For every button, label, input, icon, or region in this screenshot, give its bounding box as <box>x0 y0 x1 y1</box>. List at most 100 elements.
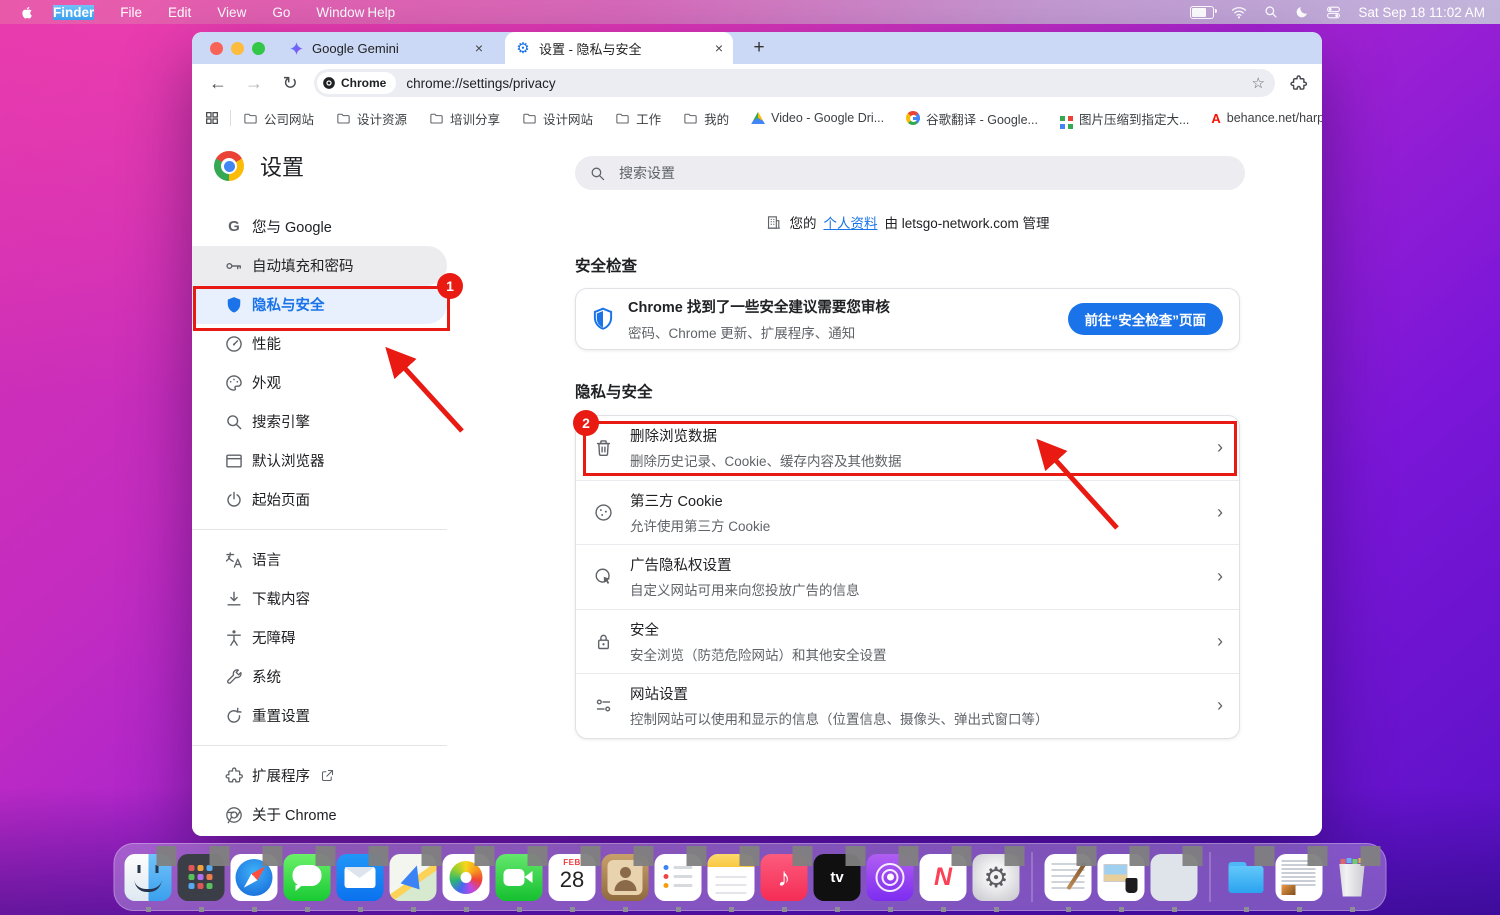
menu-go[interactable]: Go <box>272 5 290 20</box>
sidebar-item-about-chrome[interactable]: 关于 Chrome <box>192 795 447 834</box>
address-bar[interactable]: Chrome chrome://settings/privacy ☆ <box>314 69 1275 97</box>
settings-search[interactable] <box>575 156 1245 190</box>
row-third-party-cookies[interactable]: 第三方 Cookie 允许使用第三方 Cookie › <box>576 480 1239 545</box>
dock-photos[interactable] <box>443 854 490 901</box>
sidebar-item-system[interactable]: 系统 <box>192 657 447 696</box>
sidebar-item-reset[interactable]: 重置设置 <box>192 696 447 735</box>
dock-empty-app[interactable] <box>1151 854 1198 901</box>
dock-calendar[interactable]: FEB28 <box>549 854 596 901</box>
menu-window[interactable]: Window <box>316 5 364 20</box>
dock-mail[interactable] <box>337 854 384 901</box>
dock-trash[interactable] <box>1329 854 1376 901</box>
control-center-icon[interactable] <box>1326 6 1341 19</box>
tab-settings-privacy[interactable]: ⚙ 设置 - 隐私与安全 × <box>505 32 733 64</box>
organization-icon <box>765 214 782 231</box>
dock-maps[interactable] <box>390 854 437 901</box>
sidebar-item-appearance[interactable]: 外观 <box>192 363 447 402</box>
dock-finder[interactable] <box>125 854 172 901</box>
sidebar-item-accessibility[interactable]: 无障碍 <box>192 618 447 657</box>
extensions-icon[interactable] <box>1289 74 1308 93</box>
bookmark-folder[interactable]: 培训分享 <box>429 109 500 128</box>
dock-folder[interactable] <box>1223 854 1270 901</box>
dock-facetime[interactable] <box>496 854 543 901</box>
reload-button[interactable]: ↻ <box>278 73 302 94</box>
dock-launchpad[interactable] <box>178 854 225 901</box>
do-not-disturb-icon[interactable] <box>1295 5 1309 19</box>
menu-edit[interactable]: Edit <box>168 5 191 20</box>
row-ad-privacy[interactable]: 广告隐私权设置 自定义网站可用来向您投放广告的信息 › <box>576 544 1239 609</box>
sidebar-item-default-browser[interactable]: 默认浏览器 <box>192 441 447 480</box>
dock-news[interactable]: N <box>920 854 967 901</box>
sidebar-item-startup[interactable]: 起始页面 <box>192 480 447 519</box>
dock-preview[interactable] <box>1098 854 1145 901</box>
bookmark-folder[interactable]: 设计网站 <box>522 109 593 128</box>
spotlight-icon[interactable] <box>1264 5 1278 19</box>
shield-icon <box>590 306 616 332</box>
google-drive-icon <box>751 112 765 125</box>
row-subtitle: 自定义网站可用来向您投放广告的信息 <box>630 579 860 599</box>
apps-grid-icon[interactable] <box>204 110 220 126</box>
forward-button[interactable]: → <box>242 73 266 94</box>
section-heading-safety: 安全检查 <box>575 254 1240 276</box>
row-clear-browsing-data[interactable]: 删除浏览数据 删除历史记录、Cookie、缓存内容及其他数据 › 2 <box>576 416 1239 480</box>
dock-system-settings[interactable]: ⚙ <box>973 854 1020 901</box>
bookmark-star-icon[interactable]: ☆ <box>1252 74 1265 92</box>
search-icon <box>589 165 606 182</box>
profile-link[interactable]: 个人资料 <box>823 212 877 232</box>
bookmark-translate[interactable]: 谷歌翻译 - Google... <box>906 109 1038 128</box>
menu-view[interactable]: View <box>217 5 246 20</box>
zoom-window-button[interactable] <box>252 42 265 55</box>
bookmark-drive[interactable]: Video - Google Dri... <box>751 111 884 125</box>
sidebar-item-privacy-security[interactable]: 隐私与安全 1 <box>192 285 447 324</box>
dock-podcasts[interactable] <box>867 854 914 901</box>
dock-reminders[interactable] <box>655 854 702 901</box>
running-indicator <box>411 907 416 912</box>
sidebar-item-search-engine[interactable]: 搜索引擎 <box>192 402 447 441</box>
dock-notes[interactable] <box>708 854 755 901</box>
bookmark-behance[interactable]: Abehance.net/harp... <box>1211 111 1322 126</box>
sidebar-item-languages[interactable]: 语言 <box>192 540 447 579</box>
dock-document[interactable] <box>1276 854 1323 901</box>
wifi-icon[interactable] <box>1231 6 1247 19</box>
minimize-window-button[interactable] <box>231 42 244 55</box>
running-indicator <box>358 907 363 912</box>
dock-messages[interactable] <box>284 854 331 901</box>
folder-icon <box>683 111 698 125</box>
row-security[interactable]: 安全 安全浏览（防范危险网站）和其他安全设置 › <box>576 609 1239 674</box>
back-button[interactable]: ← <box>206 73 230 94</box>
dock-music[interactable]: ♪ <box>761 854 808 901</box>
row-site-settings[interactable]: 网站设置 控制网站可以使用和显示的信息（位置信息、摄像头、弹出式窗口等） › <box>576 673 1239 738</box>
menubar-clock[interactable]: Sat Sep 18 11:02 AM <box>1358 5 1485 20</box>
dock-safari[interactable] <box>231 854 278 901</box>
close-window-button[interactable] <box>210 42 223 55</box>
dock-apple-tv[interactable]: tv <box>814 854 861 901</box>
menu-help[interactable]: Help <box>367 5 395 20</box>
battery-icon[interactable] <box>1190 6 1214 19</box>
sidebar-item-extensions[interactable]: 扩展程序 <box>192 756 447 795</box>
row-subtitle: 控制网站可以使用和显示的信息（位置信息、摄像头、弹出式窗口等） <box>630 708 1049 728</box>
sidebar-item-downloads[interactable]: 下载内容 <box>192 579 447 618</box>
running-indicator <box>1244 907 1249 912</box>
sidebar-item-you-and-google[interactable]: G 您与 Google <box>192 207 447 246</box>
bookmark-folder[interactable]: 设计资源 <box>336 109 407 128</box>
tab-close-icon[interactable]: × <box>475 40 483 56</box>
dock-textedit[interactable] <box>1045 854 1092 901</box>
dock-separator <box>1210 852 1211 902</box>
site-chip[interactable]: Chrome <box>317 72 396 94</box>
menu-file[interactable]: File <box>120 5 142 20</box>
apple-menu[interactable] <box>18 4 33 21</box>
new-tab-button[interactable]: + <box>747 36 771 60</box>
sidebar-item-performance[interactable]: 性能 <box>192 324 447 363</box>
dock-contacts[interactable] <box>602 854 649 901</box>
bookmark-folder[interactable]: 公司网站 <box>243 109 314 128</box>
bookmark-folder[interactable]: 工作 <box>615 109 661 128</box>
go-to-safety-check-button[interactable]: 前往“安全检查”页面 <box>1068 303 1224 335</box>
bookmark-folder[interactable]: 我的 <box>683 109 729 128</box>
menubar-app-name[interactable]: Finder <box>53 5 94 20</box>
tab-google-gemini[interactable]: Google Gemini × <box>278 32 493 64</box>
url-text[interactable]: chrome://settings/privacy <box>406 76 555 91</box>
tab-close-icon[interactable]: × <box>715 40 723 56</box>
sidebar-item-autofill[interactable]: 自动填充和密码 <box>192 246 447 285</box>
bookmark-compressor[interactable]: 图片压缩到指定大... <box>1060 109 1189 128</box>
search-input[interactable] <box>617 164 1199 182</box>
